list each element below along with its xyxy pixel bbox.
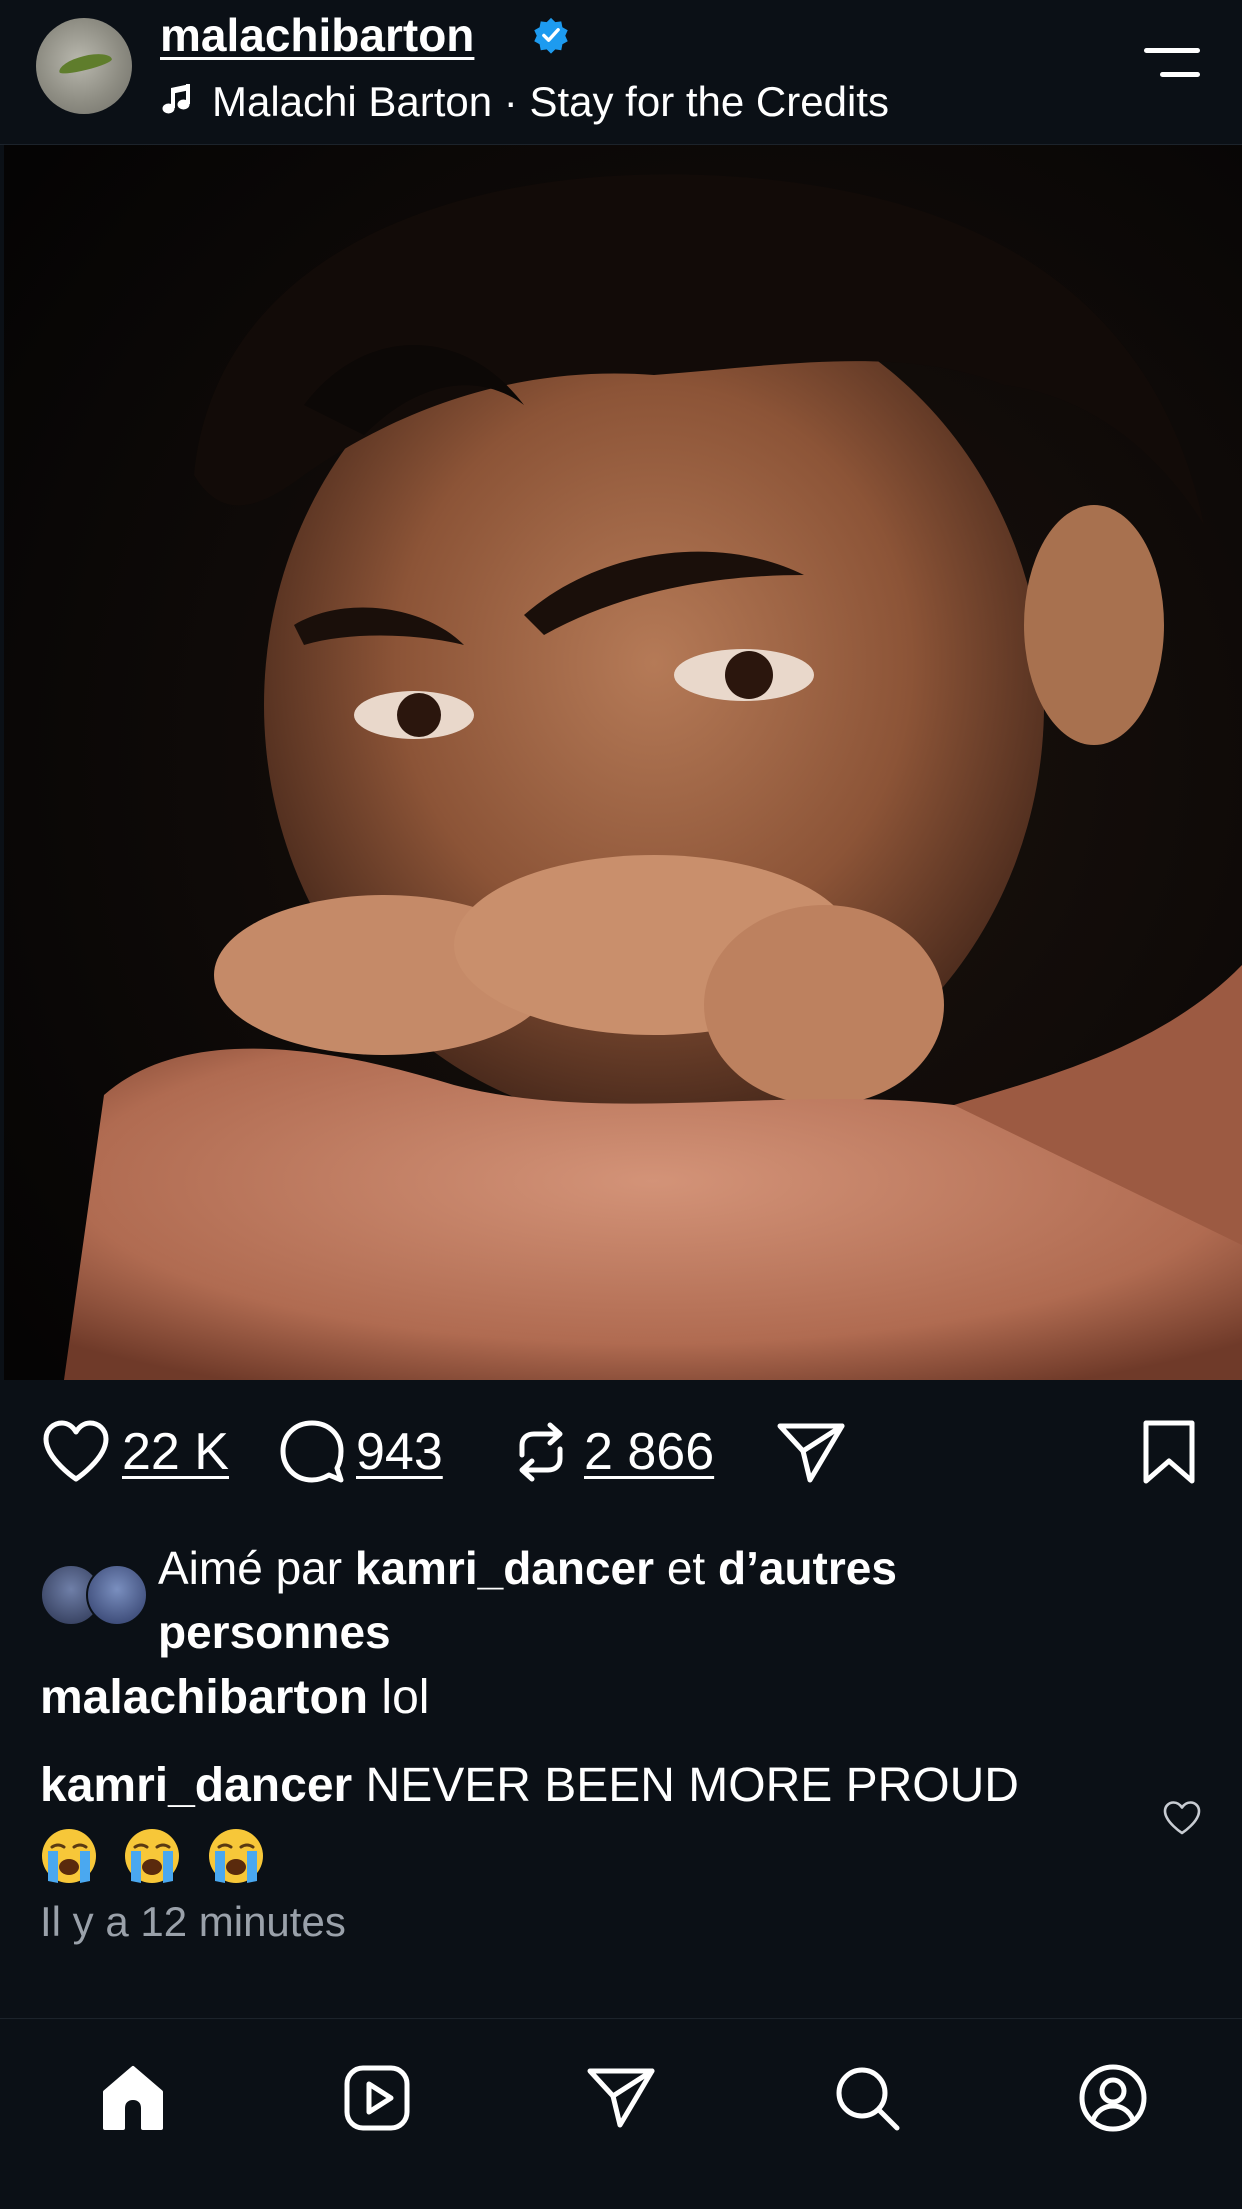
send-icon [777, 1423, 845, 1483]
home-icon [103, 2066, 163, 2130]
post-timestamp: Il y a 12 minutes [40, 1898, 346, 1945]
like-count[interactable]: 22 K [122, 1422, 229, 1482]
music-note-icon [162, 84, 190, 114]
like-button[interactable]: 22 K [40, 1412, 229, 1492]
crying-face-icon [125, 1829, 180, 1884]
crying-face-icon [208, 1829, 263, 1884]
share-button[interactable] [776, 1412, 846, 1492]
caption-text: lol [381, 1671, 430, 1724]
comment-username[interactable]: kamri_dancer [40, 1759, 352, 1812]
liked-by-prefix: Aimé par [158, 1542, 343, 1594]
liker-avatar [86, 1564, 148, 1626]
audio-track-label[interactable]: Malachi Barton · Stay for the Credits [212, 78, 889, 126]
crying-face-icon [42, 1829, 96, 1884]
repost-icon [519, 1422, 563, 1482]
avatar-leaf [57, 49, 113, 77]
comment-button[interactable]: 943 [278, 1412, 443, 1492]
liked-by-avatars [40, 1564, 150, 1626]
profile-icon [1079, 2064, 1147, 2132]
post-actions: 22 K 943 2 866 [0, 1412, 1242, 1492]
search-icon [836, 2067, 900, 2131]
author-username[interactable]: malachibarton [160, 8, 474, 62]
liked-by-conjunction: et [666, 1542, 706, 1594]
bottom-tab-bar [0, 2018, 1242, 2209]
tab-messages[interactable] [576, 2053, 666, 2143]
tab-home[interactable] [88, 2053, 178, 2143]
caption-username[interactable]: malachibarton [40, 1671, 368, 1724]
bookmark-icon [1143, 1420, 1195, 1484]
top-comment[interactable]: kamri_dancer NEVER BEEN MORE PROUD [40, 1753, 1100, 1887]
comment-icon [280, 1420, 344, 1483]
comment-count[interactable]: 943 [356, 1422, 443, 1482]
post-header: malachibarton Malachi Barton · Stay for … [0, 0, 1242, 145]
comment-like-icon[interactable] [1162, 1800, 1202, 1836]
author-avatar[interactable] [36, 18, 132, 114]
liked-by-text: Aimé par kamri_dancer et d’autres person… [158, 1536, 1138, 1664]
reels-icon [344, 2065, 410, 2131]
send-icon [587, 2068, 655, 2128]
repost-button[interactable]: 2 866 [508, 1412, 714, 1492]
post-media[interactable] [4, 145, 1242, 1380]
tab-profile[interactable] [1068, 2053, 1158, 2143]
tab-search[interactable] [822, 2053, 912, 2143]
verified-badge-icon [534, 17, 568, 54]
tab-reels[interactable] [332, 2053, 422, 2143]
save-button[interactable] [1140, 1412, 1198, 1492]
crying-emojis [40, 1821, 1100, 1887]
repost-count[interactable]: 2 866 [584, 1422, 714, 1482]
menu-icon[interactable] [1140, 42, 1204, 86]
post-caption: malachibarton lol [40, 1670, 429, 1725]
heart-icon [43, 1420, 109, 1482]
post-photo [4, 145, 1242, 1380]
comment-text: NEVER BEEN MORE PROUD [365, 1759, 1019, 1812]
liked-by-user[interactable]: kamri_dancer [355, 1542, 654, 1594]
